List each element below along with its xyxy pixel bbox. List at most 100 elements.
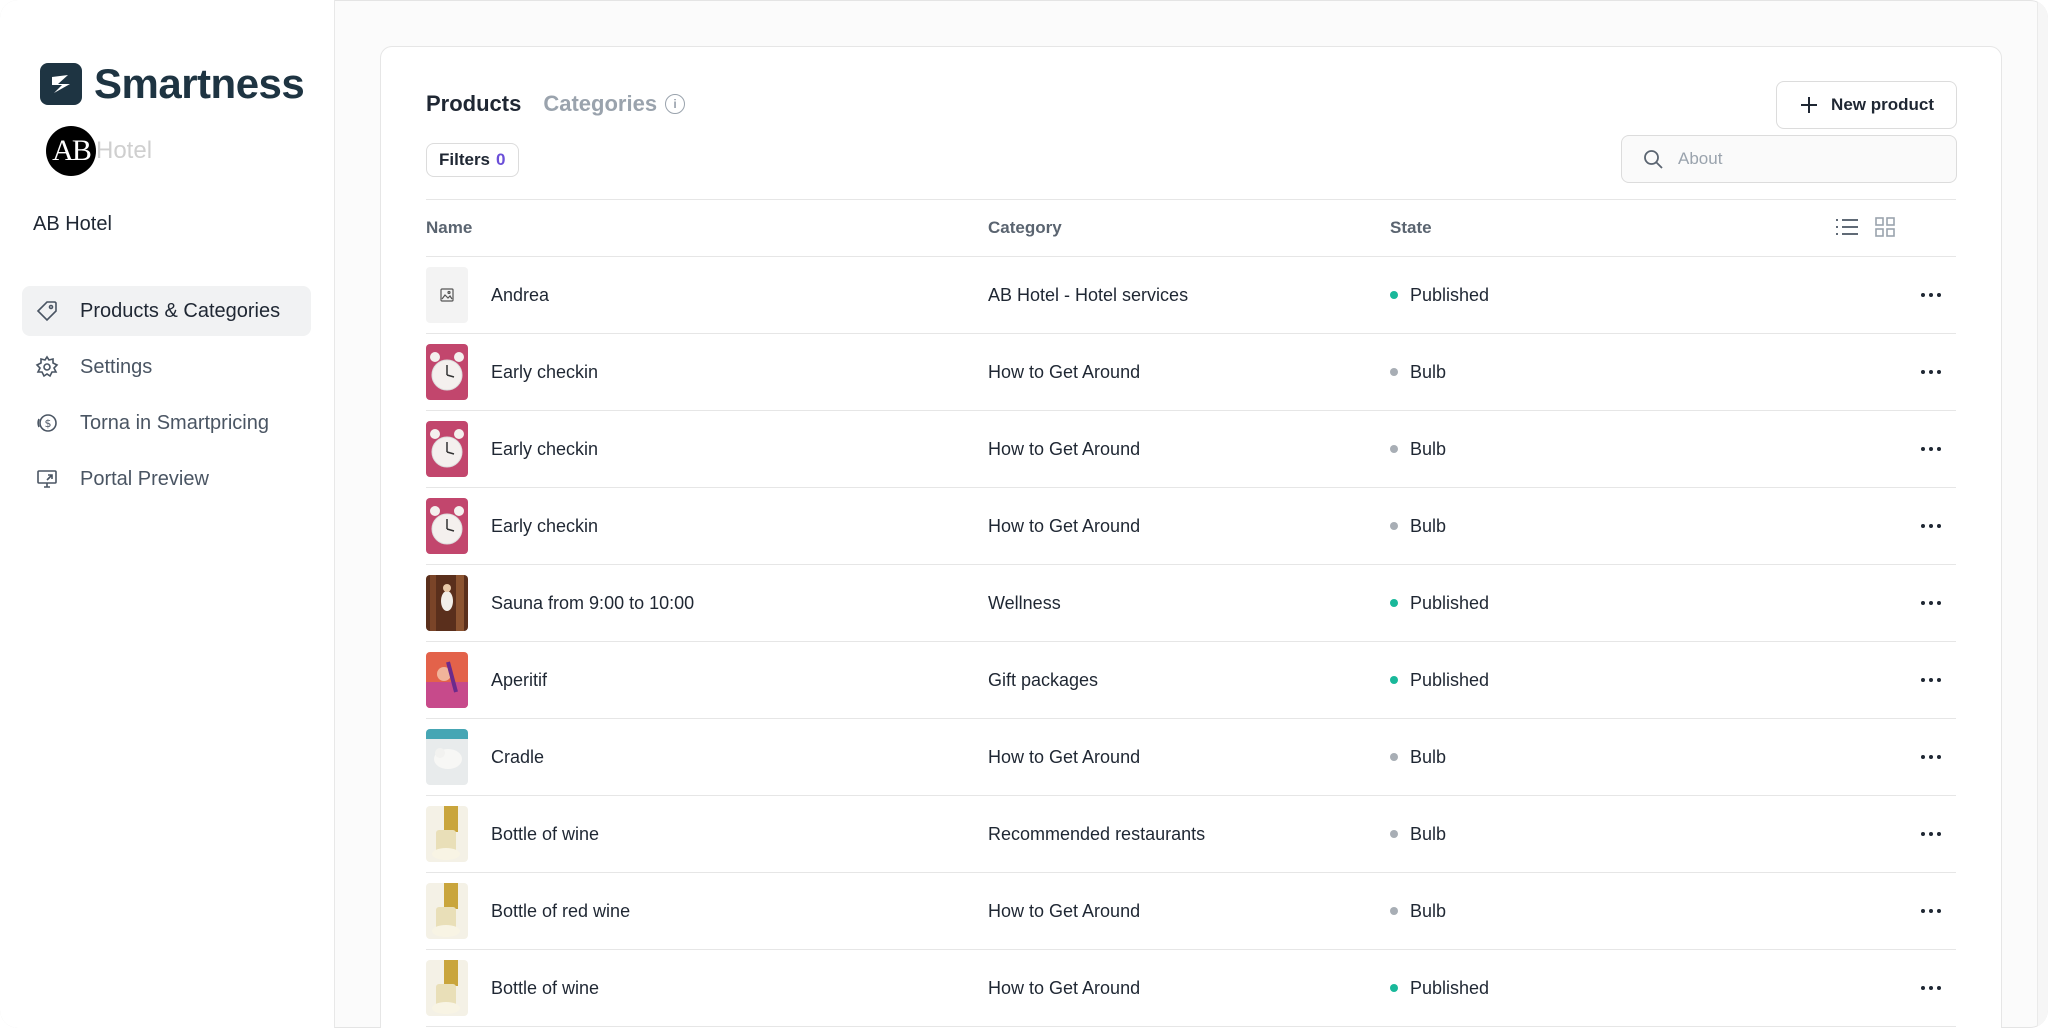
product-category: How to Get Around bbox=[988, 746, 1141, 767]
brand-name: Smartness bbox=[94, 60, 305, 107]
more-options-icon[interactable] bbox=[1916, 512, 1946, 540]
tab-products[interactable]: Products bbox=[426, 91, 521, 117]
scrollbar[interactable] bbox=[2037, 0, 2048, 1028]
status-label: Bulb bbox=[1410, 515, 1447, 536]
product-name[interactable]: Bottle of wine bbox=[491, 978, 599, 999]
status-cell: Bulb bbox=[1390, 488, 1446, 564]
filters-label: Filters bbox=[439, 150, 491, 169]
grid-view-icon[interactable] bbox=[1874, 216, 1896, 238]
product-name[interactable]: Aperitif bbox=[491, 670, 547, 691]
products-table: Name Category State Andrea AB Hotel - Hot… bbox=[426, 199, 1956, 1027]
table-row[interactable]: Bottle of red wine How to Get Around Bulb bbox=[426, 873, 1956, 950]
name-cell: Early checkin bbox=[426, 488, 966, 564]
status-dot-icon bbox=[1390, 522, 1398, 530]
column-header-category[interactable]: Category bbox=[988, 218, 1062, 238]
more-options-icon[interactable] bbox=[1916, 820, 1946, 848]
column-header-state[interactable]: State bbox=[1390, 218, 1432, 238]
product-category: AB Hotel - Hotel services bbox=[988, 284, 1189, 305]
product-name[interactable]: Early checkin bbox=[491, 439, 598, 460]
more-options-icon[interactable] bbox=[1916, 743, 1946, 771]
tag-icon bbox=[34, 298, 60, 324]
name-cell: Bottle of wine bbox=[426, 796, 966, 872]
more-options-icon[interactable] bbox=[1916, 281, 1946, 309]
sidebar-item-label: Portal Preview bbox=[80, 467, 209, 490]
product-name[interactable]: Bottle of wine bbox=[491, 824, 599, 845]
product-thumbnail bbox=[426, 498, 468, 554]
status-label: Published bbox=[1410, 592, 1490, 613]
status-dot-icon bbox=[1390, 291, 1398, 299]
filters-count: 0 bbox=[496, 150, 506, 169]
status-dot-icon bbox=[1390, 753, 1398, 761]
tab-categories-label: Categories bbox=[543, 91, 658, 116]
product-name[interactable]: Early checkin bbox=[491, 516, 598, 537]
hotel-logo-word: Hotel bbox=[96, 137, 153, 164]
info-icon[interactable]: i bbox=[665, 94, 686, 114]
product-name[interactable]: Bottle of red wine bbox=[491, 901, 630, 922]
search-icon bbox=[1644, 150, 1663, 169]
table-row[interactable]: Bottle of wine Recommended restaurants Bul… bbox=[426, 796, 1956, 873]
more-options-icon[interactable] bbox=[1916, 589, 1946, 617]
status-label: Bulb bbox=[1410, 438, 1447, 459]
table-row[interactable]: Bottle of wine How to Get Around Published bbox=[426, 950, 1956, 1027]
sidebar-item-smartpricing[interactable]: $ Torna in Smartpricing bbox=[22, 398, 311, 448]
table-row[interactable]: Andrea AB Hotel - Hotel services Published bbox=[426, 257, 1956, 334]
product-category: How to Get Around bbox=[988, 900, 1141, 921]
product-category: How to Get Around bbox=[988, 361, 1141, 382]
name-cell: Bottle of red wine bbox=[426, 873, 966, 949]
product-category: How to Get Around bbox=[988, 515, 1141, 536]
product-category: How to Get Around bbox=[988, 977, 1141, 998]
status-dot-icon bbox=[1390, 830, 1398, 838]
tab-categories[interactable]: Categories i bbox=[543, 91, 686, 117]
brand-logo[interactable]: Smartness bbox=[40, 60, 305, 108]
list-view-icon[interactable] bbox=[1834, 216, 1860, 238]
status-dot-icon bbox=[1390, 368, 1398, 376]
sidebar-item-settings[interactable]: Settings bbox=[22, 342, 311, 392]
tab-bar: Products Categories i bbox=[426, 91, 686, 117]
name-cell: Cradle bbox=[426, 719, 966, 795]
product-name[interactable]: Sauna from 9:00 to 10:00 bbox=[491, 593, 694, 614]
more-options-icon[interactable] bbox=[1916, 666, 1946, 694]
hotel-logo-mark: AB bbox=[46, 126, 96, 176]
status-cell: Bulb bbox=[1390, 411, 1446, 487]
product-name[interactable]: Andrea bbox=[491, 285, 549, 306]
sidebar-item-portal-preview[interactable]: Portal Preview bbox=[22, 454, 311, 504]
svg-text:$: $ bbox=[45, 417, 52, 430]
table-row[interactable]: Early checkin How to Get Around Bulb bbox=[426, 411, 1956, 488]
product-thumbnail bbox=[426, 960, 468, 1016]
view-toggle bbox=[1834, 216, 1896, 238]
table-row[interactable]: Aperitif Gift packages Published bbox=[426, 642, 1956, 719]
name-cell: Bottle of wine bbox=[426, 950, 966, 1026]
new-product-label: New product bbox=[1831, 95, 1934, 114]
hotel-logo: AB Hotel bbox=[46, 126, 152, 176]
status-dot-icon bbox=[1390, 599, 1398, 607]
status-dot-icon bbox=[1390, 984, 1398, 992]
plus-icon bbox=[1801, 97, 1818, 113]
more-options-icon[interactable] bbox=[1916, 435, 1946, 463]
product-category: Recommended restaurants bbox=[988, 823, 1206, 844]
sidebar-item-products-categories[interactable]: Products & Categories bbox=[22, 286, 311, 336]
table-row[interactable]: Early checkin How to Get Around Bulb bbox=[426, 334, 1956, 411]
product-thumbnail bbox=[426, 421, 468, 477]
table-row[interactable]: Cradle How to Get Around Bulb bbox=[426, 719, 1956, 796]
status-cell: Bulb bbox=[1390, 873, 1446, 949]
product-name[interactable]: Cradle bbox=[491, 747, 544, 768]
product-thumbnail bbox=[426, 652, 468, 708]
name-cell: Early checkin bbox=[426, 411, 966, 487]
column-header-name[interactable]: Name bbox=[426, 218, 472, 238]
image-placeholder-icon bbox=[426, 267, 468, 323]
product-name[interactable]: Early checkin bbox=[491, 362, 598, 383]
more-options-icon[interactable] bbox=[1916, 358, 1946, 386]
sidebar-item-label: Products & Categories bbox=[80, 299, 281, 322]
product-category: Wellness bbox=[988, 592, 1061, 613]
more-options-icon[interactable] bbox=[1916, 974, 1946, 1002]
search-box[interactable] bbox=[1621, 135, 1957, 183]
name-cell: Aperitif bbox=[426, 642, 966, 718]
products-card: Products Categories i New product Filter… bbox=[380, 46, 2002, 1028]
more-options-icon[interactable] bbox=[1916, 897, 1946, 925]
filters-button[interactable]: Filters 0 bbox=[426, 143, 519, 177]
search-input[interactable] bbox=[1676, 148, 1940, 170]
table-row[interactable]: Sauna from 9:00 to 10:00 Wellness Publishe… bbox=[426, 565, 1956, 642]
table-row[interactable]: Early checkin How to Get Around Bulb bbox=[426, 488, 1956, 565]
new-product-button[interactable]: New product bbox=[1776, 81, 1957, 129]
gear-icon bbox=[34, 354, 60, 380]
